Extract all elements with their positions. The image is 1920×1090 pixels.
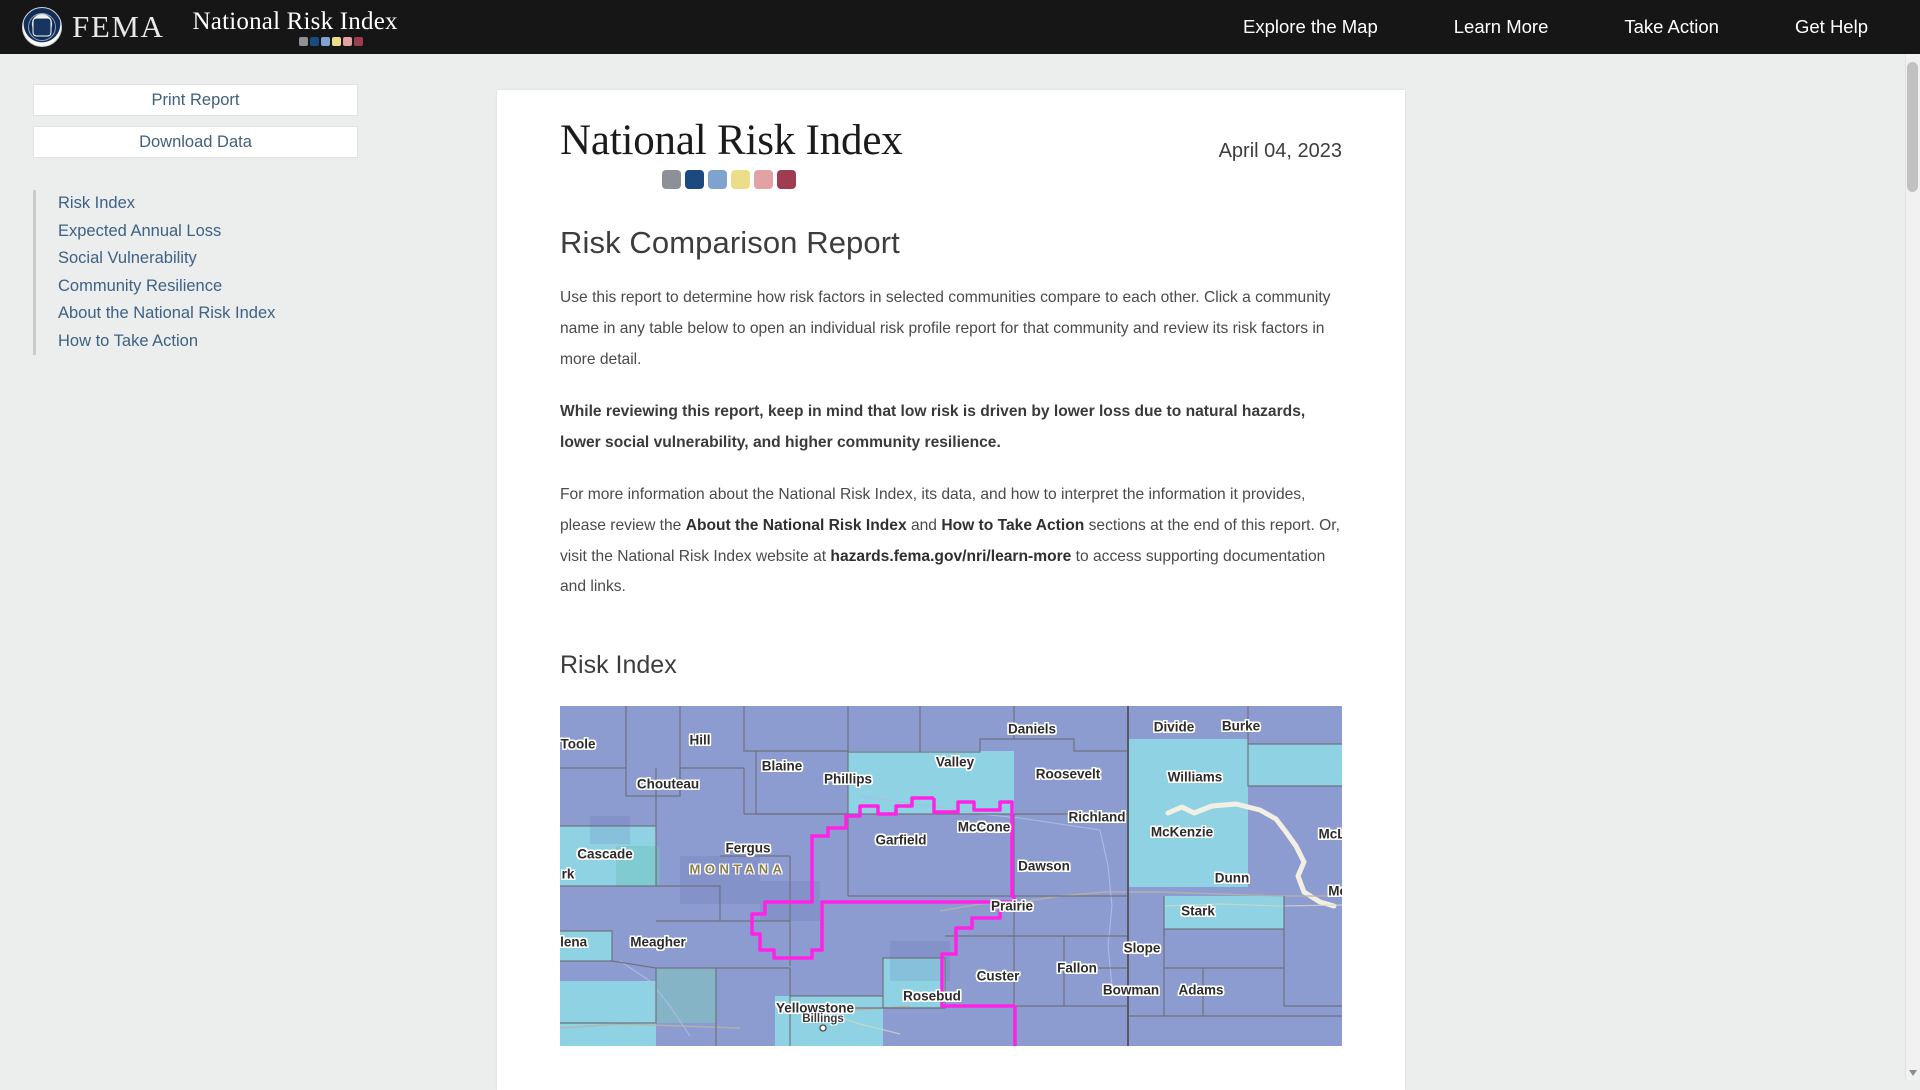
page-title: Risk Comparison Report — [560, 225, 900, 261]
paragraph-part-2: and — [906, 517, 942, 534]
report-date: April 04, 2023 — [1218, 140, 1342, 162]
sidebar-item-expected-annual-loss[interactable]: Expected Annual Loss — [36, 218, 400, 246]
sidebar-item-about-the-national-risk-index[interactable]: About the National Risk Index — [36, 300, 400, 328]
sidebar-item-risk-index[interactable]: Risk Index — [36, 190, 400, 218]
report-brand-swatches-icon — [662, 170, 903, 190]
map-canvas — [560, 705, 1342, 1046]
nav-link-take-action[interactable]: Take Action — [1586, 0, 1757, 54]
nav-link-get-help[interactable]: Get Help — [1757, 0, 1906, 54]
nav-link-explore-the-map[interactable]: Explore the Map — [1205, 0, 1416, 54]
report-footer-paragraph: For more information about the National … — [560, 480, 1342, 602]
scrollbar-thumb[interactable] — [1907, 62, 1918, 192]
dhs-seal-icon — [22, 7, 62, 47]
take-action-reference: How to Take Action — [941, 517, 1085, 534]
nri-website-link[interactable]: hazards.fema.gov/nri/learn-more — [830, 548, 1071, 565]
about-nri-reference: About the National Risk Index — [685, 517, 907, 534]
product-title-group[interactable]: National Risk Index — [193, 0, 398, 54]
report-header: National Risk Index April 04, 2023 — [560, 90, 1342, 190]
brand-group[interactable]: FEMA — [0, 0, 165, 54]
report-document: National Risk Index April 04, 2023 Risk … — [497, 90, 1405, 1090]
sidebar-item-social-vulnerability[interactable]: Social Vulnerability — [36, 245, 400, 273]
page-scrollbar[interactable] — [1905, 54, 1920, 1080]
city-marker-icon — [819, 1024, 827, 1032]
report-intro-paragraph: Use this report to determine how risk fa… — [560, 289, 1331, 368]
scroll-down-icon[interactable] — [1909, 1070, 1917, 1076]
report-sidebar: Print Report Download Data Risk Index Ex… — [0, 54, 400, 1080]
download-data-button[interactable]: Download Data — [33, 126, 358, 158]
top-navigation-bar: FEMA National Risk Index Explore the Map… — [0, 0, 1920, 54]
sidebar-item-how-to-take-action[interactable]: How to Take Action — [36, 328, 400, 356]
report-brand-title: National Risk Index — [560, 117, 903, 164]
fema-wordmark: FEMA — [72, 9, 165, 44]
section-heading-risk-index: Risk Index — [560, 650, 677, 679]
print-report-button[interactable]: Print Report — [33, 84, 358, 116]
risk-index-map[interactable]: Toole Hill Blaine Phillips Valley Daniel… — [560, 705, 1342, 1046]
brand-swatches-icon — [299, 36, 397, 46]
report-section-nav: Risk Index Expected Annual Loss Social V… — [33, 190, 400, 355]
nav-link-learn-more[interactable]: Learn More — [1416, 0, 1587, 54]
report-note-paragraph: While reviewing this report, keep in min… — [560, 403, 1306, 451]
sidebar-item-community-resilience[interactable]: Community Resilience — [36, 273, 400, 301]
product-title: National Risk Index — [192, 7, 398, 35]
primary-nav: Explore the Map Learn More Take Action G… — [1205, 0, 1920, 54]
report-brand-block: National Risk Index — [560, 117, 903, 190]
